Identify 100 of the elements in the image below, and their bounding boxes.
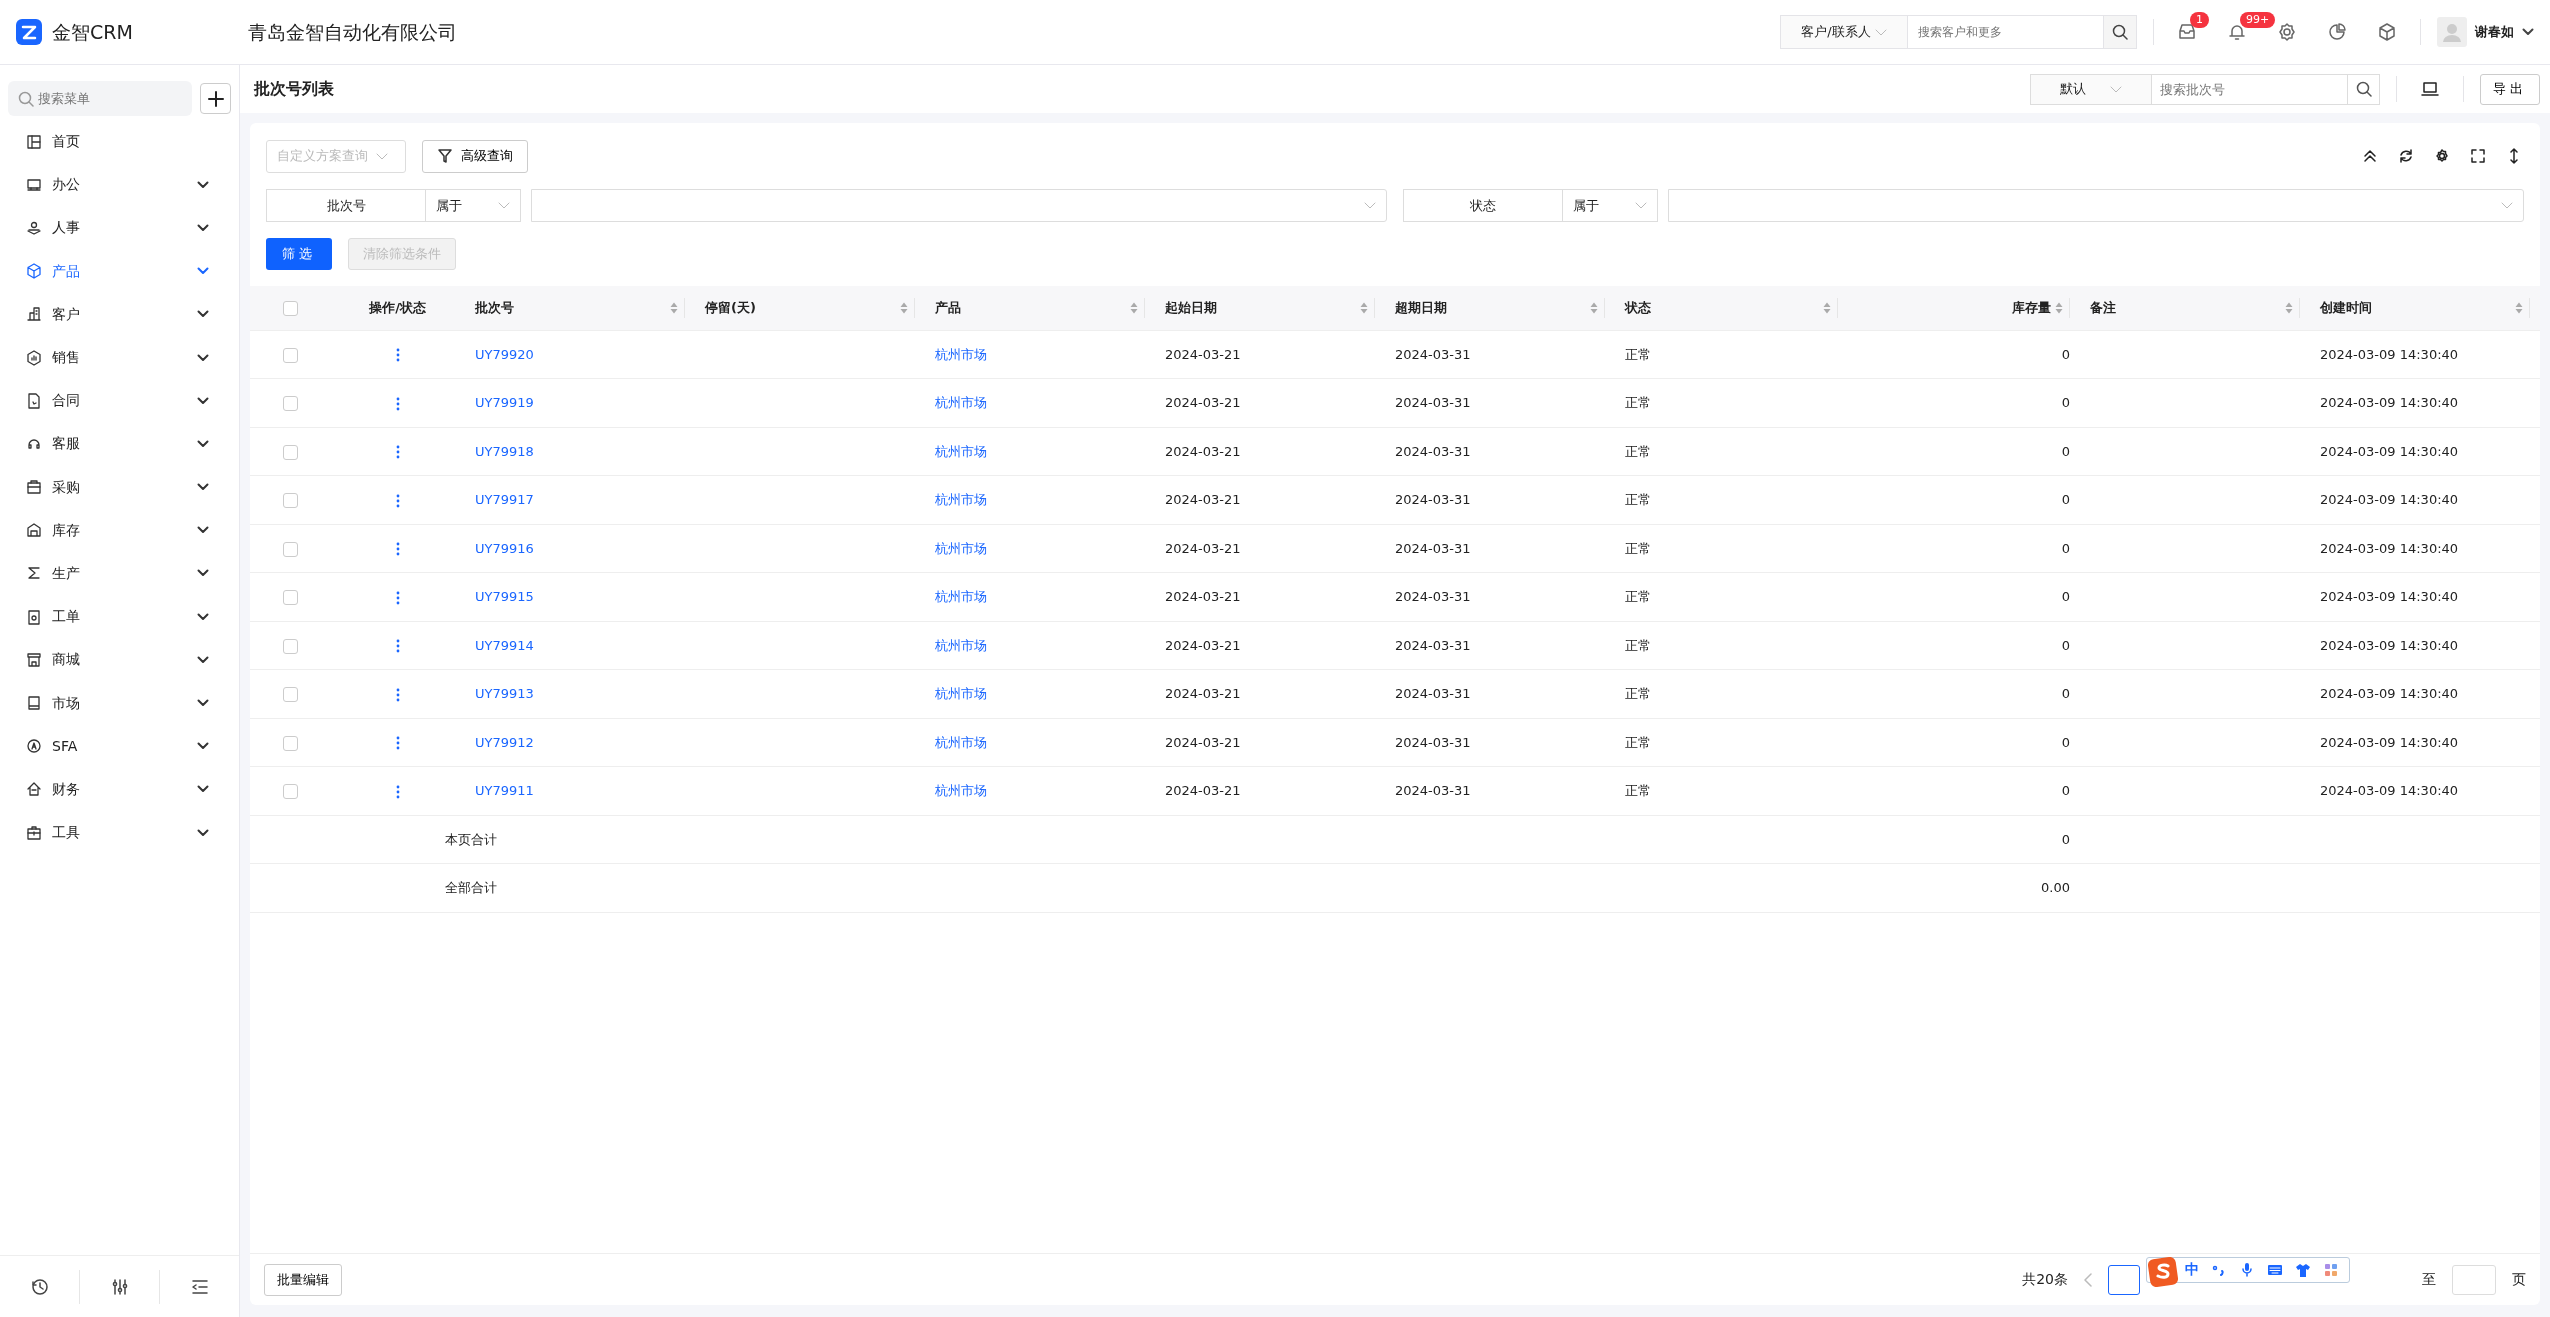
scope-select[interactable]: 客户/联系人 (1780, 15, 1908, 49)
batch-link[interactable]: UY79918 (475, 443, 534, 459)
product-link[interactable]: 杭州市场 (935, 540, 987, 556)
menu-item[interactable]: 客户 (0, 292, 239, 336)
menu-item[interactable]: 首页 (0, 120, 239, 164)
operator-select[interactable]: 属于 (426, 189, 521, 222)
menu-item[interactable]: 销售 (0, 335, 239, 380)
column-header[interactable]: 停留(天) (705, 298, 756, 318)
bell-button[interactable] (2227, 22, 2247, 42)
search-button[interactable] (2348, 73, 2380, 105)
more-vertical-icon[interactable] (395, 590, 400, 605)
checkbox[interactable] (282, 735, 298, 751)
inbox-button[interactable] (2177, 22, 2197, 42)
more-vertical-icon[interactable] (395, 784, 400, 799)
menu-item[interactable]: 人事 (0, 206, 239, 250)
pie-chart-button[interactable] (2327, 22, 2347, 42)
apps-icon[interactable] (2323, 1261, 2339, 1278)
product-link[interactable]: 杭州市场 (935, 783, 987, 798)
batch-link[interactable]: UY79919 (475, 395, 534, 410)
page-input[interactable] (2452, 1264, 2496, 1295)
product-link[interactable]: 杭州市场 (935, 589, 987, 604)
menu-item[interactable]: 工单 (0, 595, 239, 639)
more-vertical-icon[interactable] (395, 445, 400, 459)
column-header[interactable]: 库存量 (2012, 298, 2051, 318)
batch-link[interactable]: UY79917 (475, 492, 534, 507)
batch-link[interactable]: UY79913 (475, 686, 534, 701)
microphone-icon[interactable] (2239, 1261, 2255, 1278)
filter-button[interactable]: 筛选 (266, 238, 332, 270)
settings-icon (2434, 148, 2450, 164)
ime-mode[interactable]: 中 (2185, 1259, 2199, 1280)
page-number-button[interactable] (2108, 1264, 2140, 1295)
product-link[interactable]: 杭州市场 (935, 686, 987, 701)
advanced-search-button[interactable]: 高级查询 (422, 139, 528, 173)
checkbox[interactable] (282, 301, 298, 316)
column-header[interactable]: 产品 (935, 298, 961, 318)
column-header[interactable]: 批次号 (475, 298, 514, 318)
batch-link[interactable]: UY79914 (475, 637, 534, 653)
batch-link[interactable]: UY79915 (475, 589, 534, 604)
checkbox[interactable] (282, 444, 298, 460)
menu-item[interactable]: 客服 (0, 422, 239, 466)
menu-item[interactable]: 市场 (0, 681, 239, 725)
operator-select[interactable]: 属于 (1563, 189, 1658, 222)
menu-item[interactable]: 财务 (0, 767, 239, 811)
column-header[interactable]: 创建时间 (2320, 298, 2372, 318)
checkbox[interactable] (282, 638, 298, 654)
batch-edit-button[interactable]: 批量编辑 (264, 1263, 342, 1296)
cube-button[interactable] (2377, 22, 2397, 42)
menu-item[interactable]: 工具 (0, 811, 239, 855)
more-vertical-icon[interactable] (395, 348, 400, 362)
checkbox[interactable] (282, 493, 298, 508)
search-button[interactable] (2103, 15, 2137, 49)
batch-link[interactable]: UY79911 (475, 783, 534, 798)
checkbox[interactable] (282, 687, 298, 702)
table-cell: 0 (2061, 637, 2070, 653)
more-vertical-icon[interactable] (395, 639, 400, 653)
checkbox[interactable] (282, 347, 298, 363)
view-select[interactable]: 默认 (2030, 73, 2152, 105)
menu-item[interactable]: 商城 (0, 638, 239, 682)
history-icon (29, 1276, 50, 1297)
more-vertical-icon[interactable] (395, 396, 400, 411)
search-field[interactable]: 搜索客户和更多 (1908, 15, 2103, 49)
menu-item[interactable]: 办公 (0, 163, 239, 207)
filter-field[interactable]: 批次号 (266, 189, 426, 222)
product-link[interactable]: 杭州市场 (935, 734, 987, 750)
column-header[interactable]: 超期日期 (1395, 298, 1447, 318)
checkbox[interactable] (282, 784, 298, 799)
ime-logo-icon[interactable] (2148, 1256, 2178, 1287)
column-header[interactable]: 备注 (2090, 298, 2116, 318)
menu-item[interactable]: 生产 (0, 551, 239, 596)
product-link[interactable]: 杭州市场 (935, 637, 987, 653)
checkbox[interactable] (282, 396, 298, 411)
menu-item[interactable]: 采购 (0, 465, 239, 509)
menu-item[interactable]: SFA (0, 724, 239, 768)
menu-item[interactable]: 库存 (0, 508, 239, 552)
more-vertical-icon[interactable] (395, 542, 400, 556)
batch-link[interactable]: UY79920 (475, 346, 534, 362)
filter-field[interactable]: 状态 (1403, 189, 1563, 222)
more-vertical-icon[interactable] (395, 493, 400, 508)
menu-item[interactable]: 合同 (0, 379, 239, 423)
column-header[interactable]: 状态 (1625, 298, 1651, 318)
add-button[interactable] (200, 83, 231, 114)
search-field[interactable]: 搜索批次号 (2152, 73, 2348, 105)
batch-link[interactable]: UY79912 (475, 734, 534, 750)
batch-link[interactable]: UY79916 (475, 540, 534, 556)
user-name[interactable]: 谢春如 (2475, 22, 2514, 42)
shirt-icon[interactable] (2295, 1261, 2311, 1278)
checkbox[interactable] (282, 541, 298, 557)
product-link[interactable]: 杭州市场 (935, 492, 987, 507)
table-cell: 正常 (1625, 589, 1651, 604)
checkbox[interactable] (282, 590, 298, 605)
more-vertical-icon[interactable] (395, 736, 400, 750)
column-header[interactable]: 起始日期 (1165, 298, 1217, 318)
export-button[interactable]: 导出 (2480, 73, 2540, 105)
menu-item[interactable]: 产品 (0, 249, 239, 293)
menu-search-field[interactable]: 搜索菜单 (8, 81, 192, 116)
settings-button[interactable] (2277, 22, 2297, 42)
product-link[interactable]: 杭州市场 (935, 395, 987, 410)
product-link[interactable]: 杭州市场 (935, 443, 987, 459)
product-link[interactable]: 杭州市场 (935, 346, 987, 362)
more-vertical-icon[interactable] (395, 687, 400, 702)
